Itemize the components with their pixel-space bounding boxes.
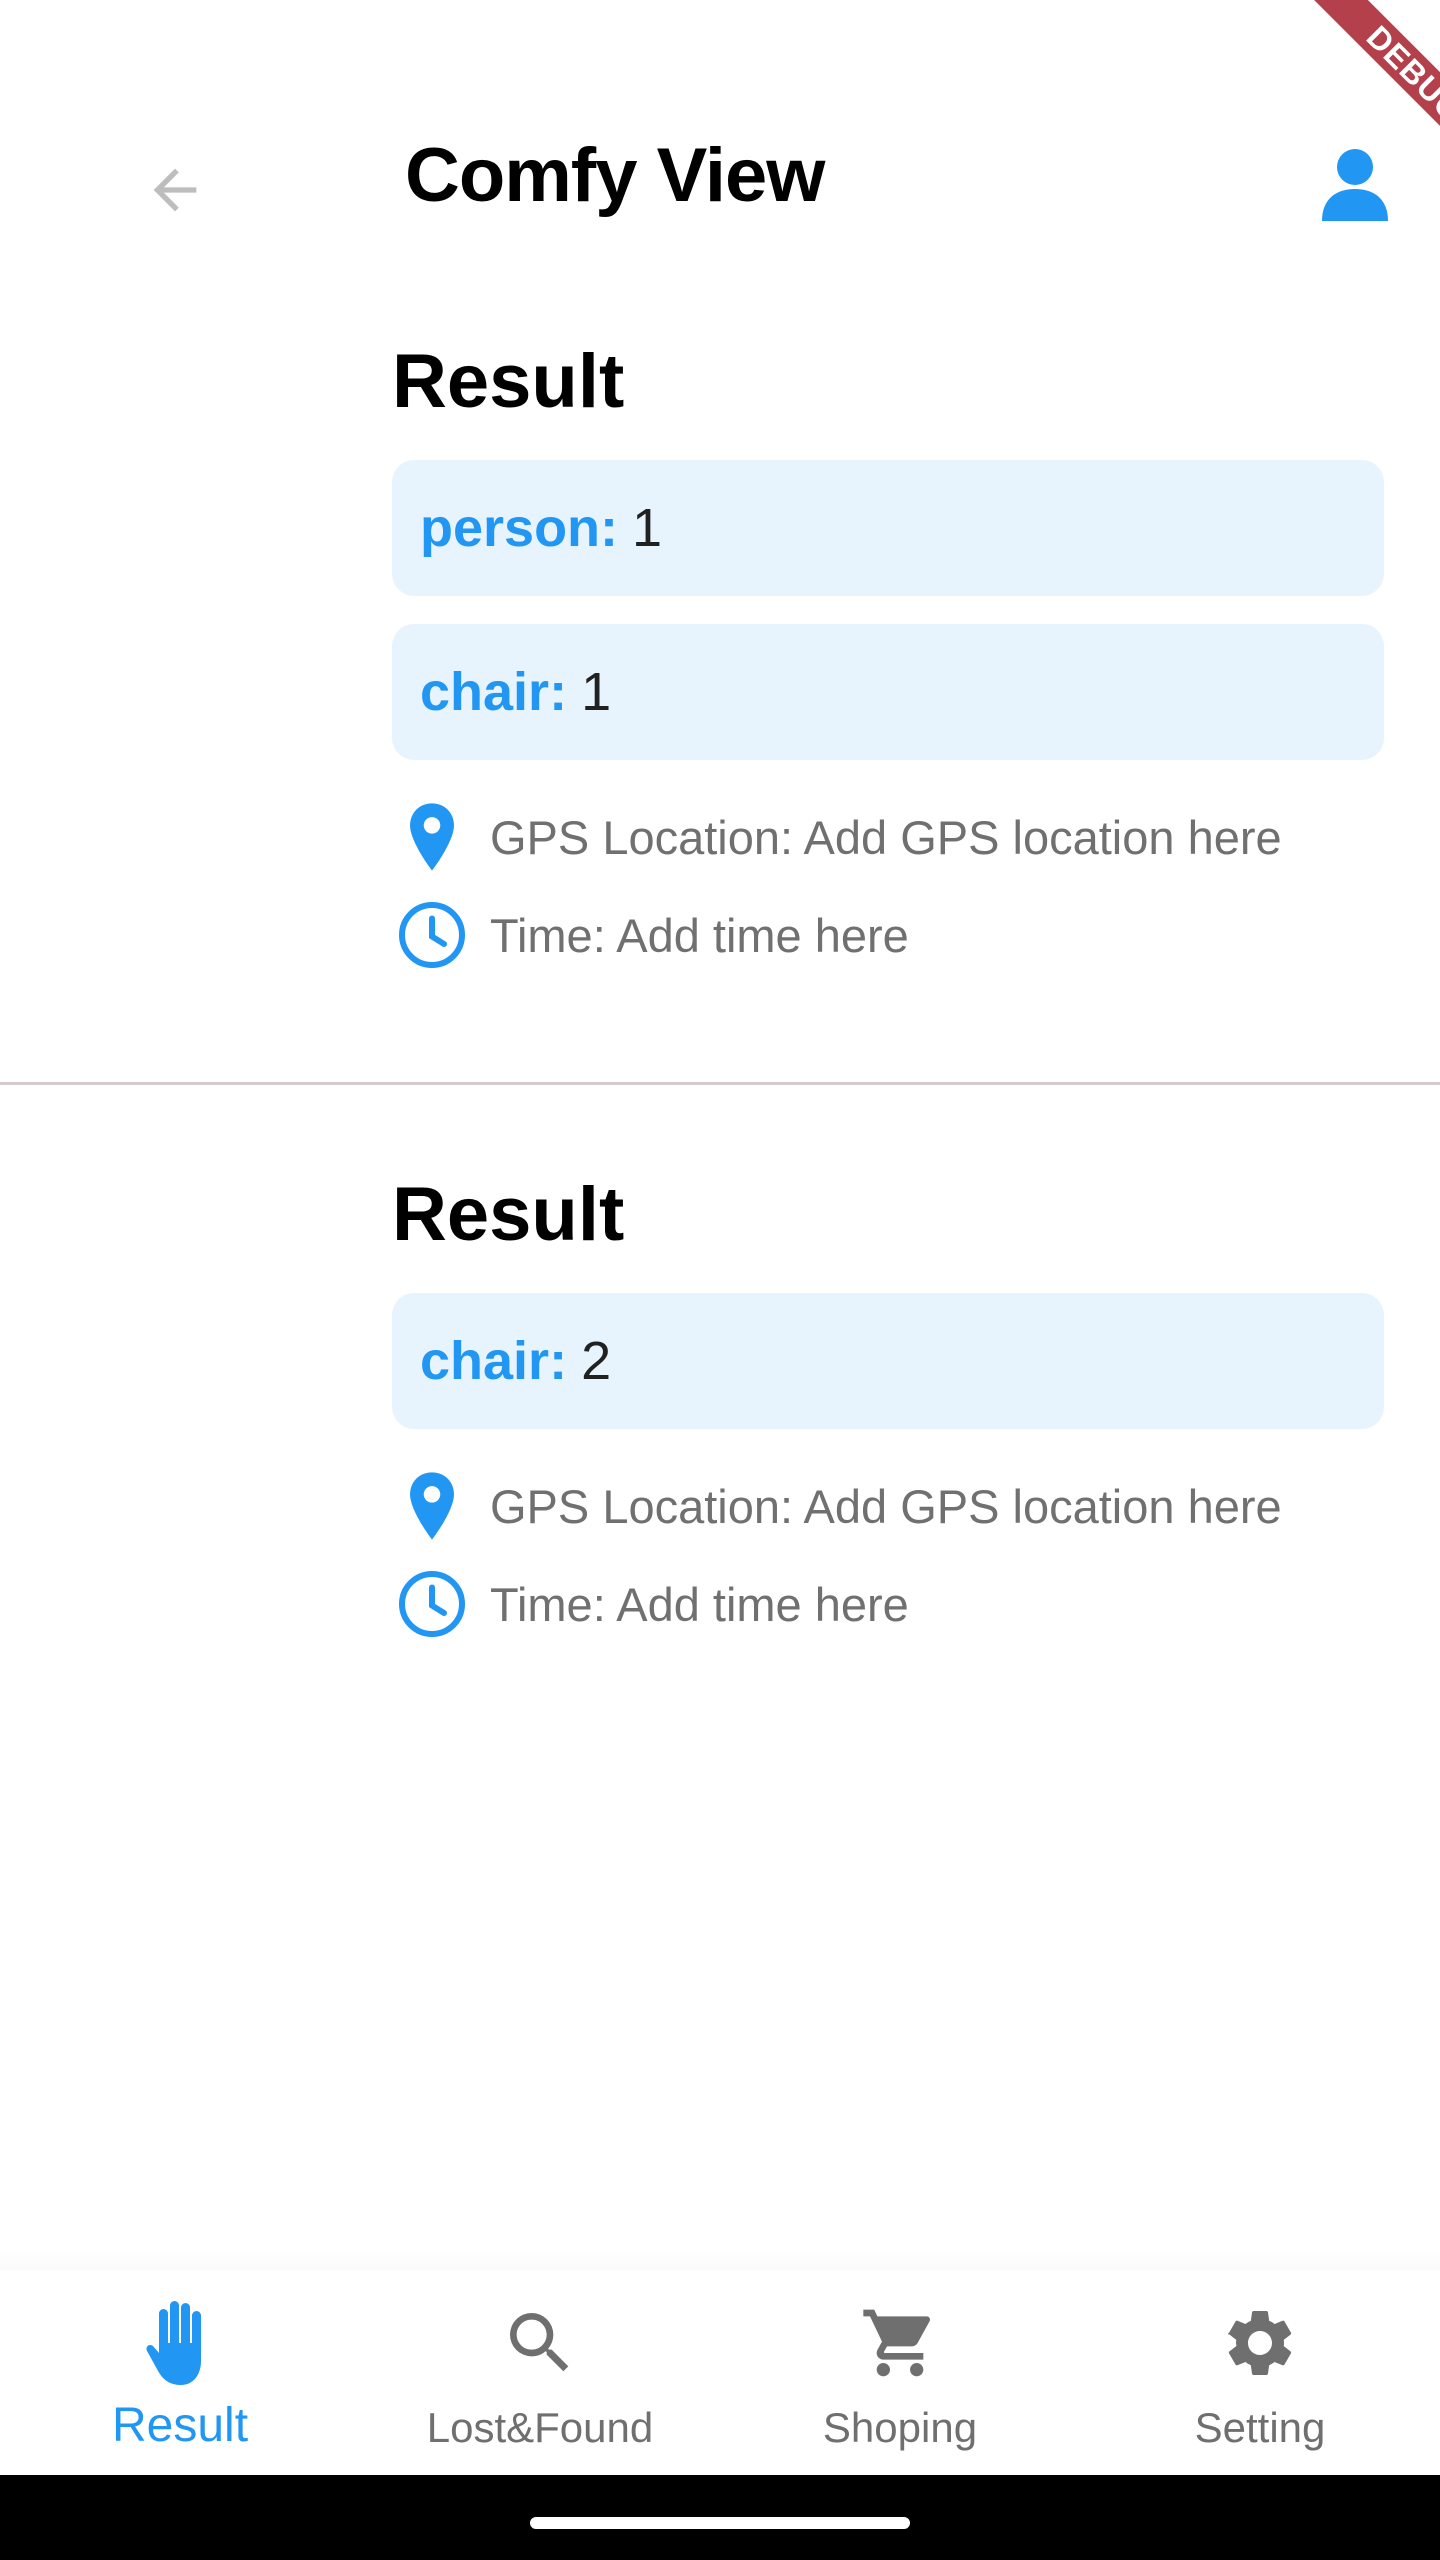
person-icon [1322, 149, 1388, 221]
location-pin-icon [392, 797, 472, 877]
detection-label: chair: [420, 1331, 568, 1391]
gps-row: GPS Location: Add GPS location here [392, 1457, 1384, 1555]
bottom-navigation: Result Lost&Found Shoping Setting [0, 2270, 1440, 2475]
time-text: Time: Add time here [490, 908, 909, 962]
nav-label: Shoping [822, 2404, 978, 2451]
cart-icon [855, 2298, 945, 2388]
hand-icon [135, 2298, 225, 2388]
nav-label: Lost&Found [426, 2404, 654, 2451]
detection-count: 1 [632, 498, 663, 558]
back-button[interactable] [135, 150, 215, 230]
detection-chip: chair: 2 [392, 1293, 1384, 1429]
page-title: Comfy View [405, 133, 825, 218]
detection-count: 1 [581, 662, 612, 722]
result-title: Result [392, 1172, 625, 1257]
time-row: Time: Add time here [392, 886, 1384, 984]
nav-item-result[interactable]: Result [0, 2270, 360, 2475]
app-bar: Comfy View [0, 80, 1440, 280]
nav-item-setting[interactable]: Setting [1080, 2270, 1440, 2475]
nav-item-shopping[interactable]: Shoping [720, 2270, 1080, 2475]
gps-text: GPS Location: Add GPS location here [490, 810, 1282, 864]
arrow-back-icon [153, 168, 197, 212]
bottom-nav-shadow [0, 2250, 1440, 2270]
gps-row: GPS Location: Add GPS location here [392, 788, 1384, 886]
location-pin-icon [392, 1466, 472, 1546]
time-row: Time: Add time here [392, 1555, 1384, 1653]
detection-label: chair: [420, 662, 568, 722]
clock-icon [392, 895, 472, 975]
detection-chip: chair: 1 [392, 624, 1384, 760]
result-title: Result [392, 339, 625, 424]
gear-icon [1215, 2298, 1305, 2388]
nav-item-lost-found[interactable]: Lost&Found [360, 2270, 720, 2475]
camera-indicator-dot [1370, 33, 1390, 53]
gps-text: GPS Location: Add GPS location here [490, 1479, 1282, 1533]
clock-icon [392, 1564, 472, 1644]
time-text: Time: Add time here [490, 1577, 909, 1631]
nav-label: Setting [1194, 2404, 1326, 2451]
profile-button[interactable] [1310, 135, 1400, 235]
home-gesture-pill[interactable] [530, 2517, 910, 2529]
detection-count: 2 [581, 1331, 612, 1391]
nav-label: Result [111, 2399, 249, 2452]
section-divider [0, 1082, 1440, 1085]
system-navigation-bar [0, 2475, 1440, 2560]
result-section-1: Result person: 1 chair: 1 GPS Location: … [392, 332, 1384, 984]
detection-chip: person: 1 [392, 460, 1384, 596]
detection-label: person: [420, 498, 619, 558]
result-section-2: Result chair: 2 GPS Location: Add GPS lo… [392, 1165, 1384, 1653]
search-icon [495, 2298, 585, 2388]
